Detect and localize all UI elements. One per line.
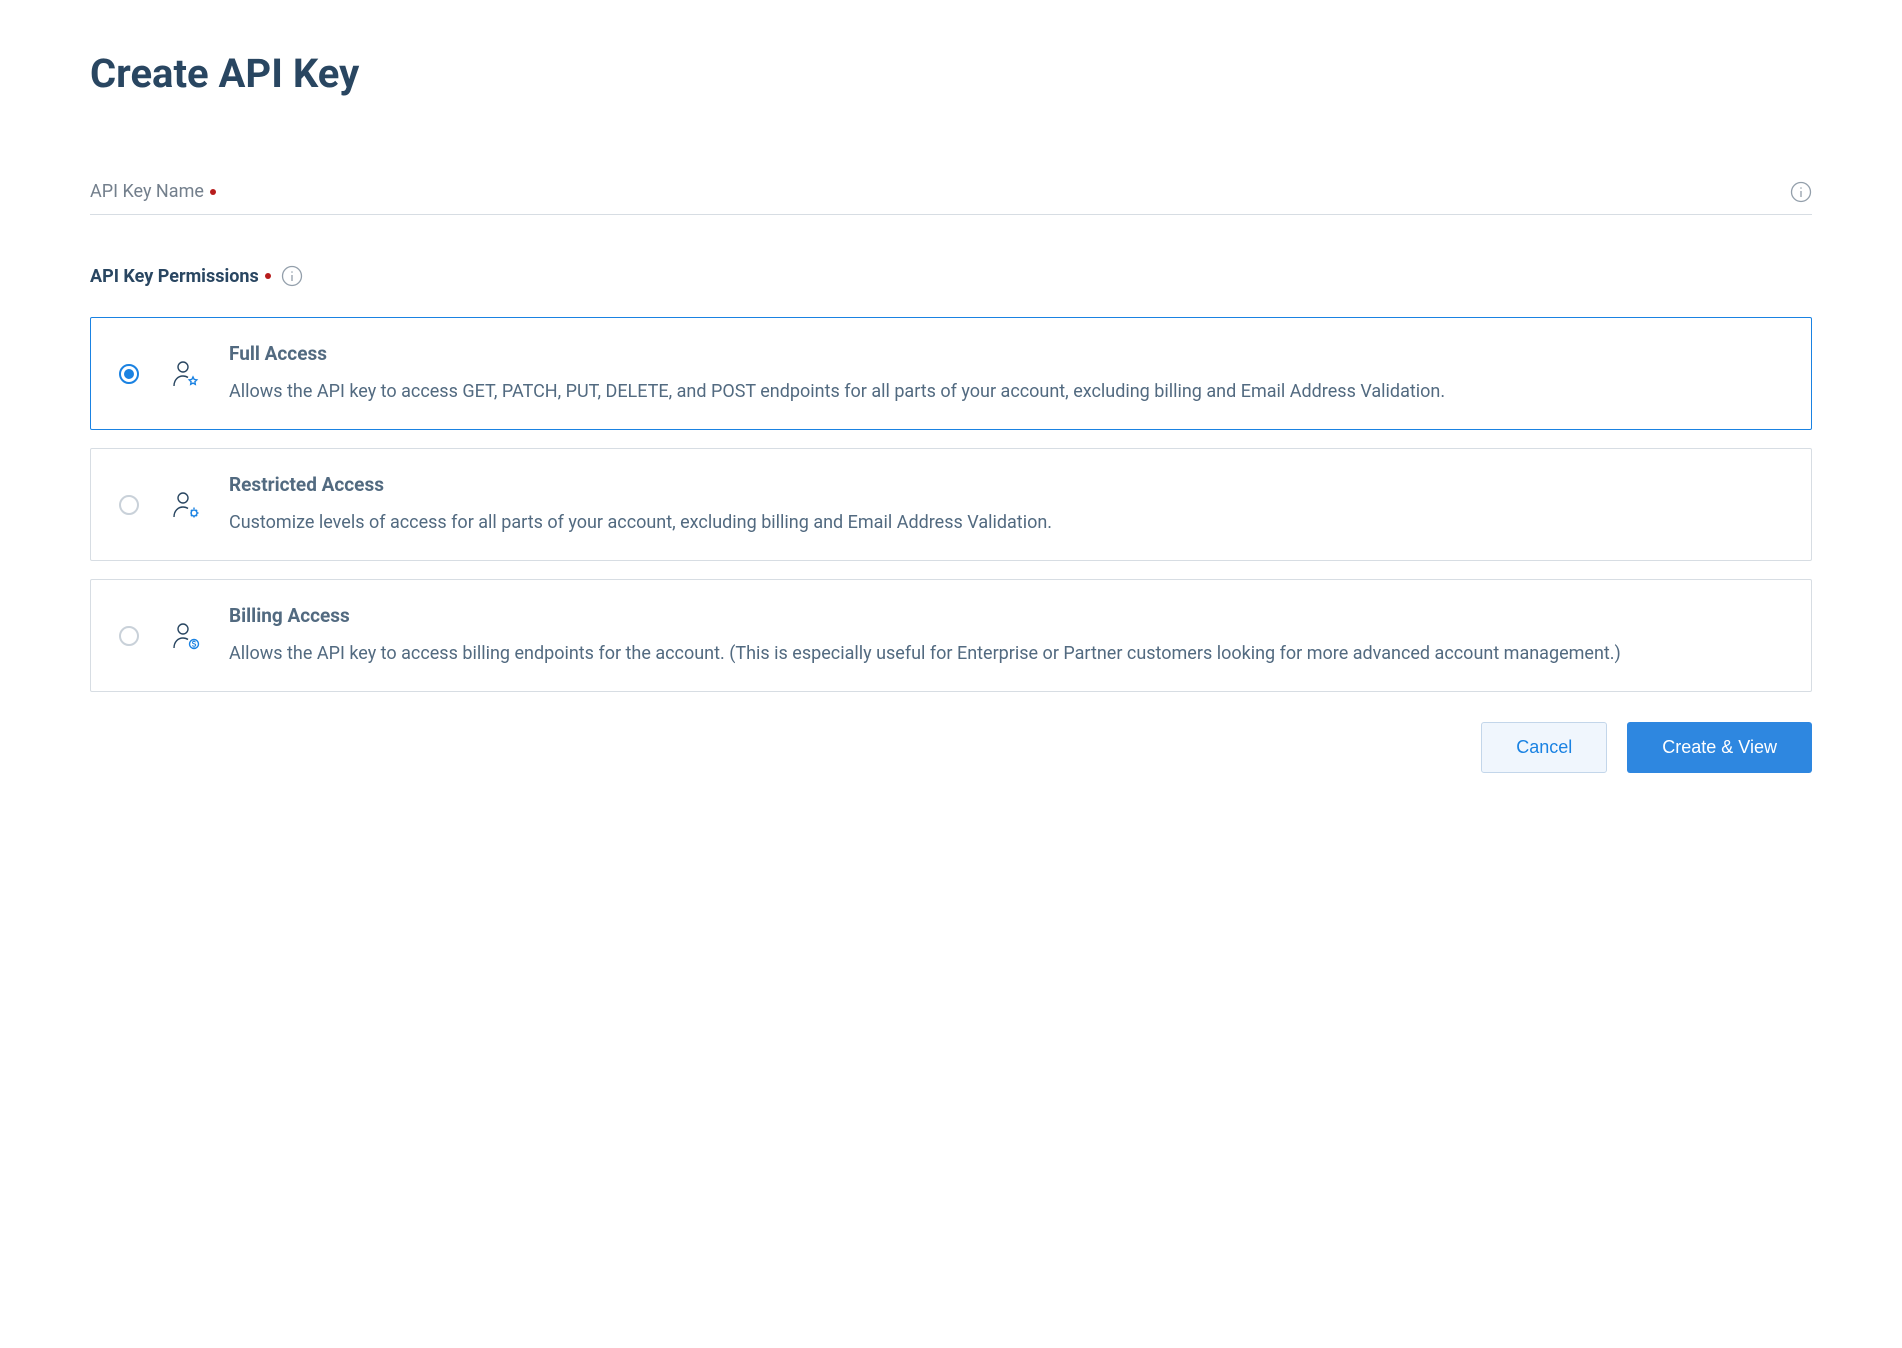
permission-option-restricted-access[interactable]: Restricted Access Customize levels of ac… (90, 448, 1812, 561)
permission-option-text: Full Access Allows the API key to access… (229, 342, 1783, 405)
radio-button[interactable] (119, 495, 139, 515)
info-icon[interactable] (1790, 181, 1812, 203)
cancel-button[interactable]: Cancel (1481, 722, 1607, 773)
permission-option-title: Full Access (229, 342, 1783, 365)
info-icon[interactable] (281, 265, 303, 287)
create-and-view-button[interactable]: Create & View (1627, 722, 1812, 773)
api-key-name-label: API Key Name (90, 181, 204, 202)
permission-option-title: Restricted Access (229, 473, 1783, 496)
required-indicator-icon (265, 273, 271, 279)
api-key-name-field-row: API Key Name (90, 177, 1812, 215)
permission-option-description: Allows the API key to access GET, PATCH,… (229, 379, 1783, 405)
permissions-label-row: API Key Permissions (90, 265, 1812, 287)
permissions-label: API Key Permissions (90, 266, 259, 287)
permission-option-billing-access[interactable]: Billing Access Allows the API key to acc… (90, 579, 1812, 692)
permission-option-full-access[interactable]: Full Access Allows the API key to access… (90, 317, 1812, 430)
user-gear-icon (171, 490, 201, 520)
page-title: Create API Key (90, 50, 1812, 97)
api-key-name-input[interactable] (216, 177, 1790, 206)
radio-button[interactable] (119, 364, 139, 384)
user-dollar-icon (171, 621, 201, 651)
permission-option-text: Restricted Access Customize levels of ac… (229, 473, 1783, 536)
permission-option-text: Billing Access Allows the API key to acc… (229, 604, 1783, 667)
radio-button[interactable] (119, 626, 139, 646)
user-star-icon (171, 359, 201, 389)
form-actions: Cancel Create & View (90, 722, 1812, 773)
permission-option-description: Customize levels of access for all parts… (229, 510, 1783, 536)
permission-option-description: Allows the API key to access billing end… (229, 641, 1783, 667)
permission-option-title: Billing Access (229, 604, 1783, 627)
